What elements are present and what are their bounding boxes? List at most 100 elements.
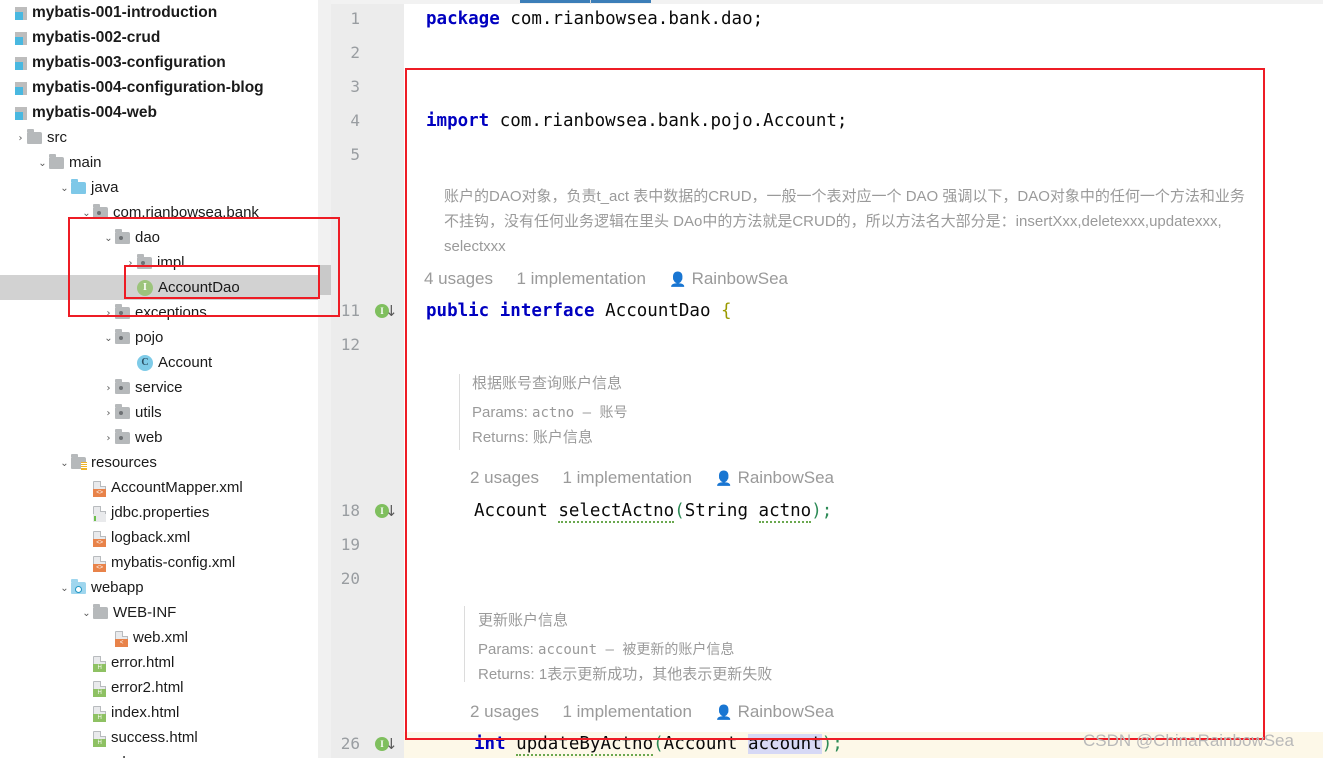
tree-item-utils[interactable]: › utils: [0, 400, 318, 425]
implemented-marker-icon-11[interactable]: I ↓: [375, 302, 401, 321]
tree-item-main[interactable]: ⌄ main: [0, 150, 318, 175]
tree-item-src[interactable]: › src: [0, 125, 318, 150]
html-file-icon: H: [93, 655, 106, 672]
line-number-3: 3: [350, 77, 360, 96]
webapp-folder-icon: [71, 579, 86, 595]
tree-item-label: Account: [158, 354, 213, 371]
resources-folder-icon: [71, 454, 87, 471]
line-number-12: 12: [340, 335, 360, 354]
expanded-chevron-icon[interactable]: ⌄: [102, 326, 115, 351]
tree-item-pojo[interactable]: ⌄ pojo: [0, 325, 318, 350]
package-icon: [115, 429, 130, 445]
tree-item-mybatis-002-crud[interactable]: mybatis-002-crud: [0, 25, 318, 50]
arrow-down-icon: ↓: [385, 735, 398, 753]
line-number-11: 11: [340, 301, 360, 320]
html-file-icon: H: [93, 705, 106, 722]
collapsed-chevron-icon[interactable]: ›: [14, 126, 27, 151]
tree-item-web[interactable]: › web: [0, 425, 318, 450]
tree-item-label: error2.html: [111, 679, 184, 696]
line-number-20: 20: [340, 569, 360, 588]
module-icon: [15, 6, 27, 20]
ide-window: mybatis-001-introduction mybatis-002-crud…: [0, 0, 1323, 758]
tree-item-label: utils: [135, 404, 162, 421]
tree-item-label: logback.xml: [111, 529, 191, 546]
tree-item-label: index.html: [111, 704, 180, 721]
tree-item-mybatis-001-introduction[interactable]: mybatis-001-introduction: [0, 0, 318, 25]
line-number-19: 19: [340, 535, 360, 554]
implemented-marker-icon-18[interactable]: I ↓: [375, 502, 401, 521]
tree-item-web-xml[interactable]: < web.xml: [0, 625, 318, 650]
keyword-package: package: [426, 9, 500, 29]
tree-item-logback-xml[interactable]: <> logback.xml: [0, 525, 318, 550]
tree-item-account[interactable]: C Account: [0, 350, 318, 375]
tree-item-service[interactable]: › service: [0, 375, 318, 400]
expanded-chevron-icon[interactable]: ⌄: [58, 451, 71, 476]
tree-item-web-inf[interactable]: ⌄ WEB-INF: [0, 600, 318, 625]
tree-item-jdbc-properties[interactable]: jdbc.properties: [0, 500, 318, 525]
tree-item-index-html[interactable]: Hindex.html: [0, 700, 318, 725]
tree-item-label: resources: [91, 454, 157, 471]
tree-item-mybatis-004-configuration-blog[interactable]: mybatis-004-configuration-blog: [0, 75, 318, 100]
annotation-box-accountdao-file: [124, 265, 320, 299]
folder-icon: [93, 604, 108, 620]
tree-item-label: webapp: [91, 579, 144, 596]
module-icon: [15, 56, 27, 70]
folder-icon: [49, 154, 64, 170]
tree-item-label: mybatis-001-introduction: [32, 4, 218, 21]
expanded-chevron-icon[interactable]: ⌄: [36, 151, 49, 176]
tree-item-label: web: [135, 429, 163, 446]
tree-item-label: service: [135, 379, 183, 396]
line-number-2: 2: [350, 43, 360, 62]
tree-item-label: WEB-INF: [113, 604, 177, 621]
collapsed-chevron-icon[interactable]: ›: [102, 376, 115, 401]
tree-item-java[interactable]: ⌄ java: [0, 175, 318, 200]
package-icon: [115, 329, 130, 345]
line-number-26: 26: [340, 734, 360, 753]
module-icon: [15, 106, 27, 120]
tree-item-label: pojo: [135, 329, 164, 346]
tree-item-mybatis-004-web[interactable]: mybatis-004-web: [0, 100, 318, 125]
tree-item-mybatis-003-configuration[interactable]: mybatis-003-configuration: [0, 50, 318, 75]
expanded-chevron-icon[interactable]: ⌄: [80, 601, 93, 626]
tree-item-label: mybatis-002-crud: [32, 29, 161, 46]
tree-item-success-html[interactable]: Hsuccess.html: [0, 725, 318, 750]
xml-file-icon: <>: [93, 555, 106, 572]
annotation-box-code-body: [405, 68, 1265, 740]
collapsed-chevron-icon[interactable]: ›: [102, 401, 115, 426]
arrow-down-icon: ↓: [385, 302, 398, 320]
project-tree-scrollbar-track[interactable]: [318, 0, 331, 758]
project-tree-panel[interactable]: mybatis-001-introduction mybatis-002-crud…: [0, 0, 318, 758]
tree-item-error-html[interactable]: Herror.html: [0, 650, 318, 675]
tree-item-label: AccountMapper.xml: [111, 479, 243, 496]
tree-item-label: src: [47, 129, 67, 146]
watermark: CSDN @ChinaRainbowSea: [1083, 731, 1294, 750]
tree-item-label: main: [69, 154, 102, 171]
html-file-icon: H: [93, 680, 106, 697]
collapsed-chevron-icon[interactable]: ›: [102, 426, 115, 451]
editor-gutter[interactable]: 1 2 3 4 5 11 I ↓ 12 18 I ↓ 19 20 26 I ↓: [331, 4, 404, 758]
package-name: com.rianbowsea.bank.dao;: [499, 9, 764, 29]
tree-item-label: jdbc.properties: [111, 504, 210, 521]
tree-item-label: mybatis-config.xml: [111, 554, 236, 571]
package-icon: [115, 404, 130, 420]
tree-item-pom-xml[interactable]: mpom.xml: [0, 750, 318, 758]
web-xml-file-icon: <: [115, 630, 128, 647]
tree-item-accountmapper-xml[interactable]: <> AccountMapper.xml: [0, 475, 318, 500]
tree-item-resources[interactable]: ⌄ resources: [0, 450, 318, 475]
tree-item-label: mybatis-004-web: [32, 104, 157, 121]
expanded-chevron-icon[interactable]: ⌄: [58, 176, 71, 201]
xml-file-icon: <>: [93, 530, 106, 547]
html-file-icon: H: [93, 730, 106, 747]
tree-item-webapp[interactable]: ⌄ webapp: [0, 575, 318, 600]
source-folder-icon: [71, 179, 86, 195]
expanded-chevron-icon[interactable]: ⌄: [58, 576, 71, 601]
tree-item-mybatis-config-xml[interactable]: <> mybatis-config.xml: [0, 550, 318, 575]
module-icon: [15, 31, 27, 45]
tree-item-error2-html[interactable]: Herror2.html: [0, 675, 318, 700]
tree-item-label: error.html: [111, 654, 175, 671]
tree-item-label: pom.xml: [69, 754, 126, 758]
class-icon: C: [137, 355, 153, 372]
implemented-marker-icon-26[interactable]: I ↓: [375, 735, 401, 754]
properties-file-icon: [93, 505, 106, 522]
module-icon: [15, 81, 27, 95]
